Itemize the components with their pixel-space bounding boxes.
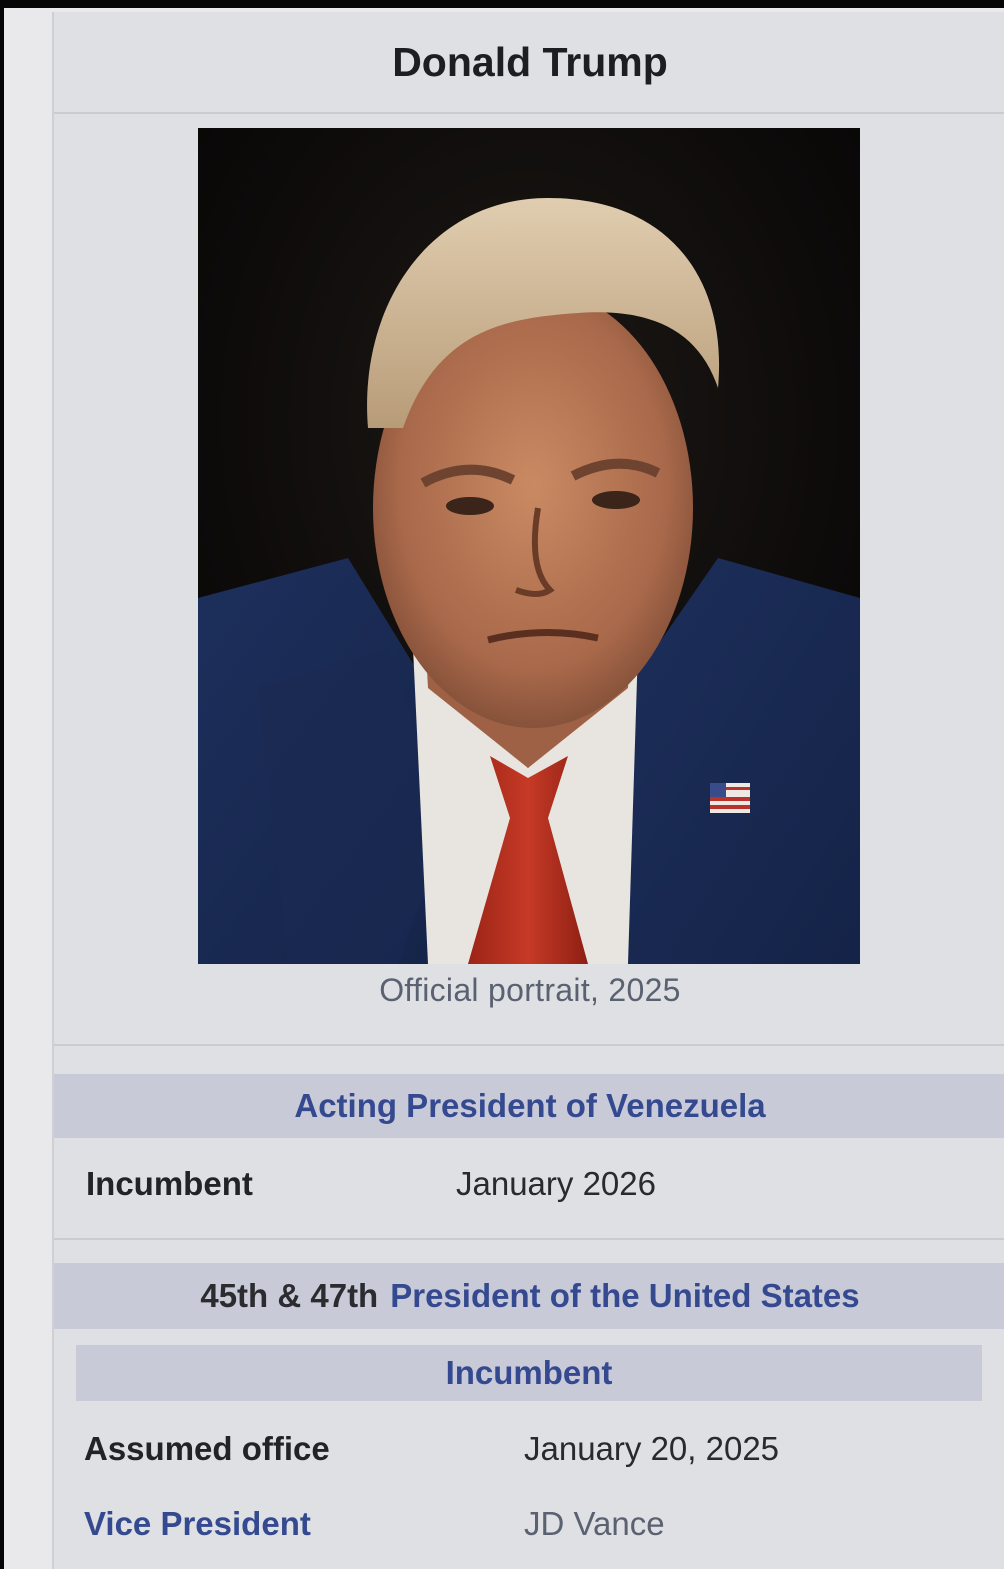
- row-value-incumbent: January 2026: [456, 1165, 656, 1202]
- row-label-vice-president[interactable]: Vice President: [84, 1505, 311, 1543]
- section-header-link[interactable]: President of the United States: [390, 1277, 859, 1315]
- row-value-assumed-office: January 20, 2025: [524, 1430, 780, 1467]
- section-divider: [54, 1238, 1004, 1240]
- section-header-link[interactable]: Acting President of Venezuela: [294, 1087, 765, 1125]
- infobox: Donald Trump Official portrait, 2025 Act…: [52, 12, 1004, 1569]
- section-header-venezuela[interactable]: Acting President of Venezuela: [54, 1074, 1004, 1138]
- screen: Donald Trump Official portrait, 2025 Act…: [4, 8, 1004, 1569]
- row-label-incumbent: Incumbent: [86, 1165, 253, 1202]
- portrait-caption: Official portrait, 2025: [379, 972, 681, 1008]
- section-header-us-president: 45th & 47th President of the United Stat…: [54, 1263, 1004, 1329]
- subheader-incumbent: Incumbent: [76, 1345, 982, 1401]
- infobox-title: Donald Trump: [54, 12, 1004, 114]
- section-header-ordinal: 45th & 47th: [200, 1277, 379, 1314]
- row-value-vice-president[interactable]: JD Vance: [524, 1505, 665, 1543]
- section-divider: [54, 1044, 1004, 1046]
- row-label-assumed-office: Assumed office: [84, 1430, 330, 1467]
- portrait-image[interactable]: [198, 128, 860, 964]
